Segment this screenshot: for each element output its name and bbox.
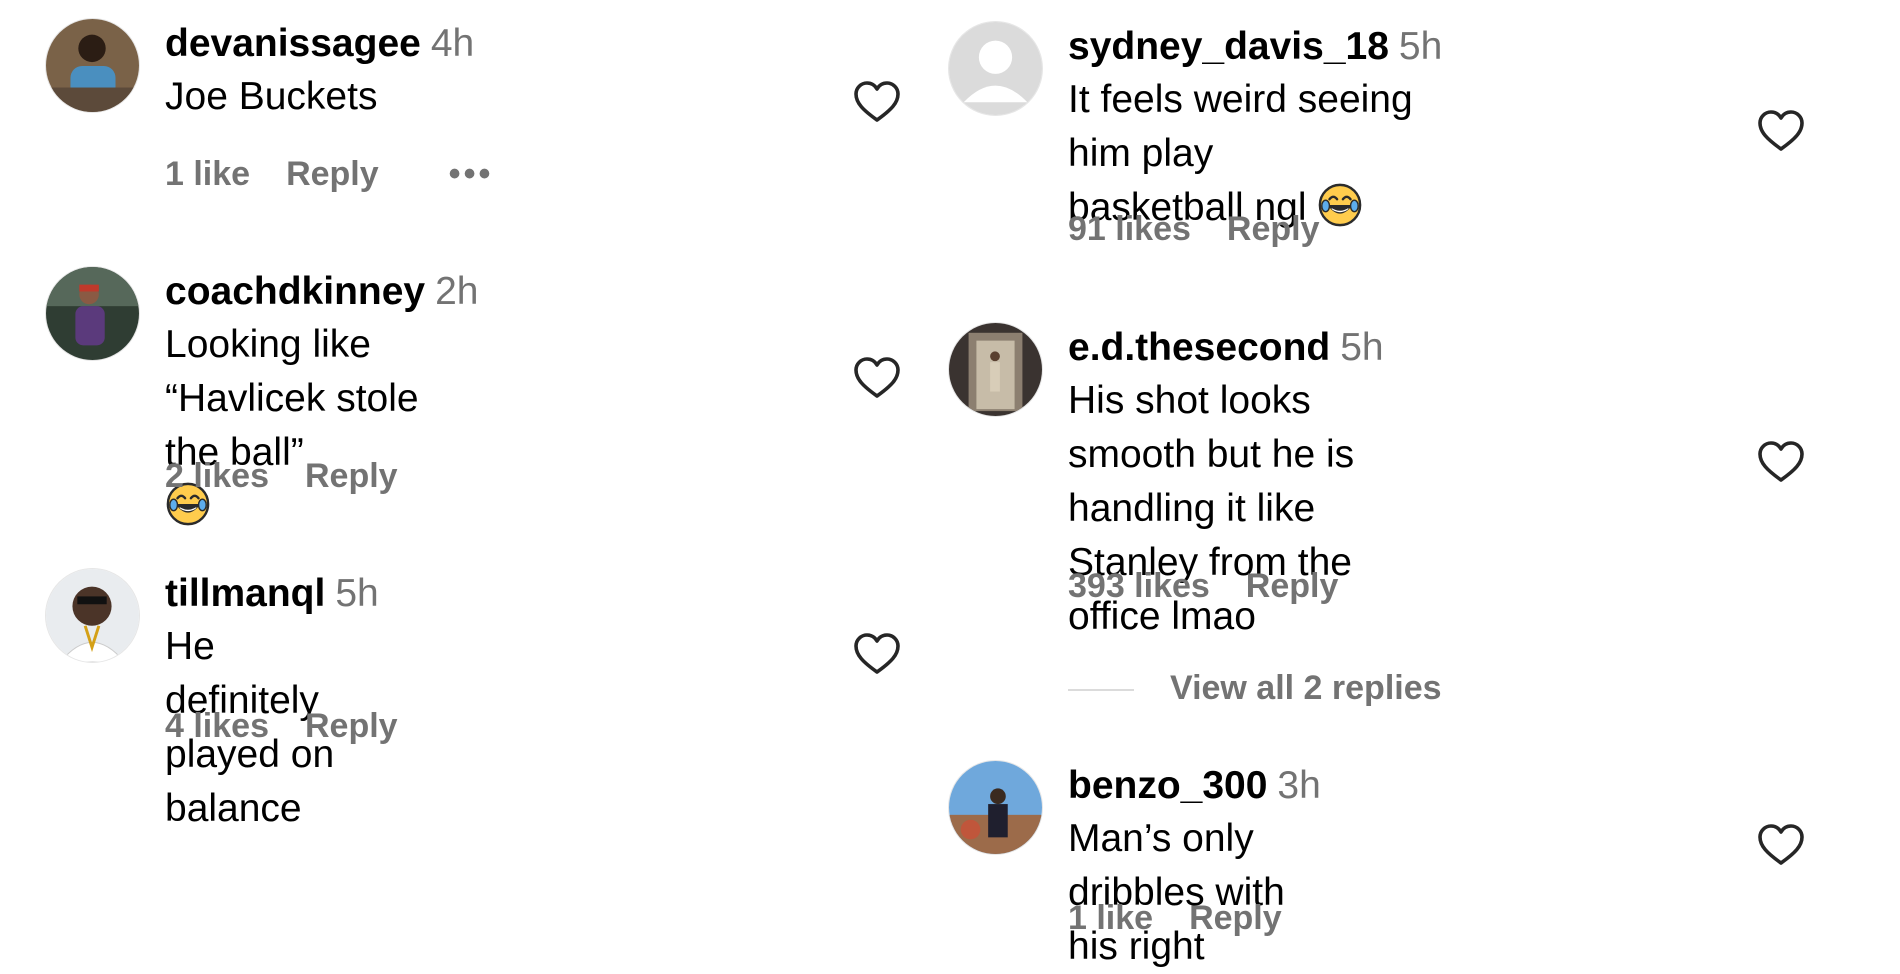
avatar[interactable] — [45, 568, 140, 663]
view-replies-button[interactable]: View all 2 replies — [1068, 668, 1442, 708]
username[interactable]: devanissagee — [165, 22, 421, 65]
more-options-icon[interactable]: ••• — [449, 155, 494, 193]
heart-outline-icon[interactable] — [853, 632, 901, 676]
comment-text-line: It feels weird seeing him play — [1068, 78, 1413, 175]
avatar[interactable] — [45, 266, 140, 361]
timestamp[interactable]: 5h — [1399, 25, 1442, 68]
reply-button[interactable]: Reply — [1246, 567, 1339, 605]
divider — [1068, 689, 1134, 692]
comment-text: Joe Buckets — [165, 75, 378, 118]
timestamp[interactable]: 5h — [1340, 326, 1383, 369]
like-count[interactable]: 1 like — [165, 155, 250, 193]
comment-text-line: His shot looks smooth but he is — [1068, 379, 1355, 476]
timestamp[interactable]: 3h — [1277, 764, 1320, 807]
like-count[interactable]: 393 likes — [1068, 567, 1210, 605]
timestamp[interactable]: 5h — [335, 572, 378, 615]
reply-button[interactable]: Reply — [286, 155, 379, 193]
comment-text: Man’s only dribbles with his right — [1068, 817, 1285, 968]
heart-outline-icon[interactable] — [853, 80, 901, 124]
username[interactable]: sydney_davis_18 — [1068, 25, 1389, 68]
reply-button[interactable]: Reply — [1227, 210, 1320, 248]
like-count[interactable]: 2 likes — [165, 457, 269, 495]
reply-button[interactable]: Reply — [305, 457, 398, 495]
timestamp[interactable]: 2h — [435, 270, 478, 313]
timestamp[interactable]: 4h — [431, 22, 474, 65]
heart-outline-icon[interactable] — [1757, 440, 1805, 484]
username[interactable]: coachdkinney — [165, 270, 425, 313]
heart-outline-icon[interactable] — [853, 356, 901, 400]
like-count[interactable]: 4 likes — [165, 707, 269, 745]
avatar[interactable] — [948, 21, 1043, 116]
avatar[interactable] — [948, 322, 1043, 417]
username[interactable]: e.d.thesecond — [1068, 326, 1330, 369]
reply-button[interactable]: Reply — [305, 707, 398, 745]
reply-button[interactable]: Reply — [1189, 899, 1282, 937]
like-count[interactable]: 1 like — [1068, 899, 1153, 937]
username[interactable]: tillmanql — [165, 572, 325, 615]
heart-outline-icon[interactable] — [1757, 823, 1805, 867]
heart-outline-icon[interactable] — [1757, 109, 1805, 153]
username[interactable]: benzo_300 — [1068, 764, 1267, 807]
avatar[interactable] — [948, 760, 1043, 855]
face-with-tears-of-joy-emoji — [1317, 182, 1363, 228]
like-count[interactable]: 91 likes — [1068, 210, 1191, 248]
avatar[interactable] — [45, 18, 140, 113]
view-replies-label[interactable]: View all 2 replies — [1170, 669, 1442, 707]
